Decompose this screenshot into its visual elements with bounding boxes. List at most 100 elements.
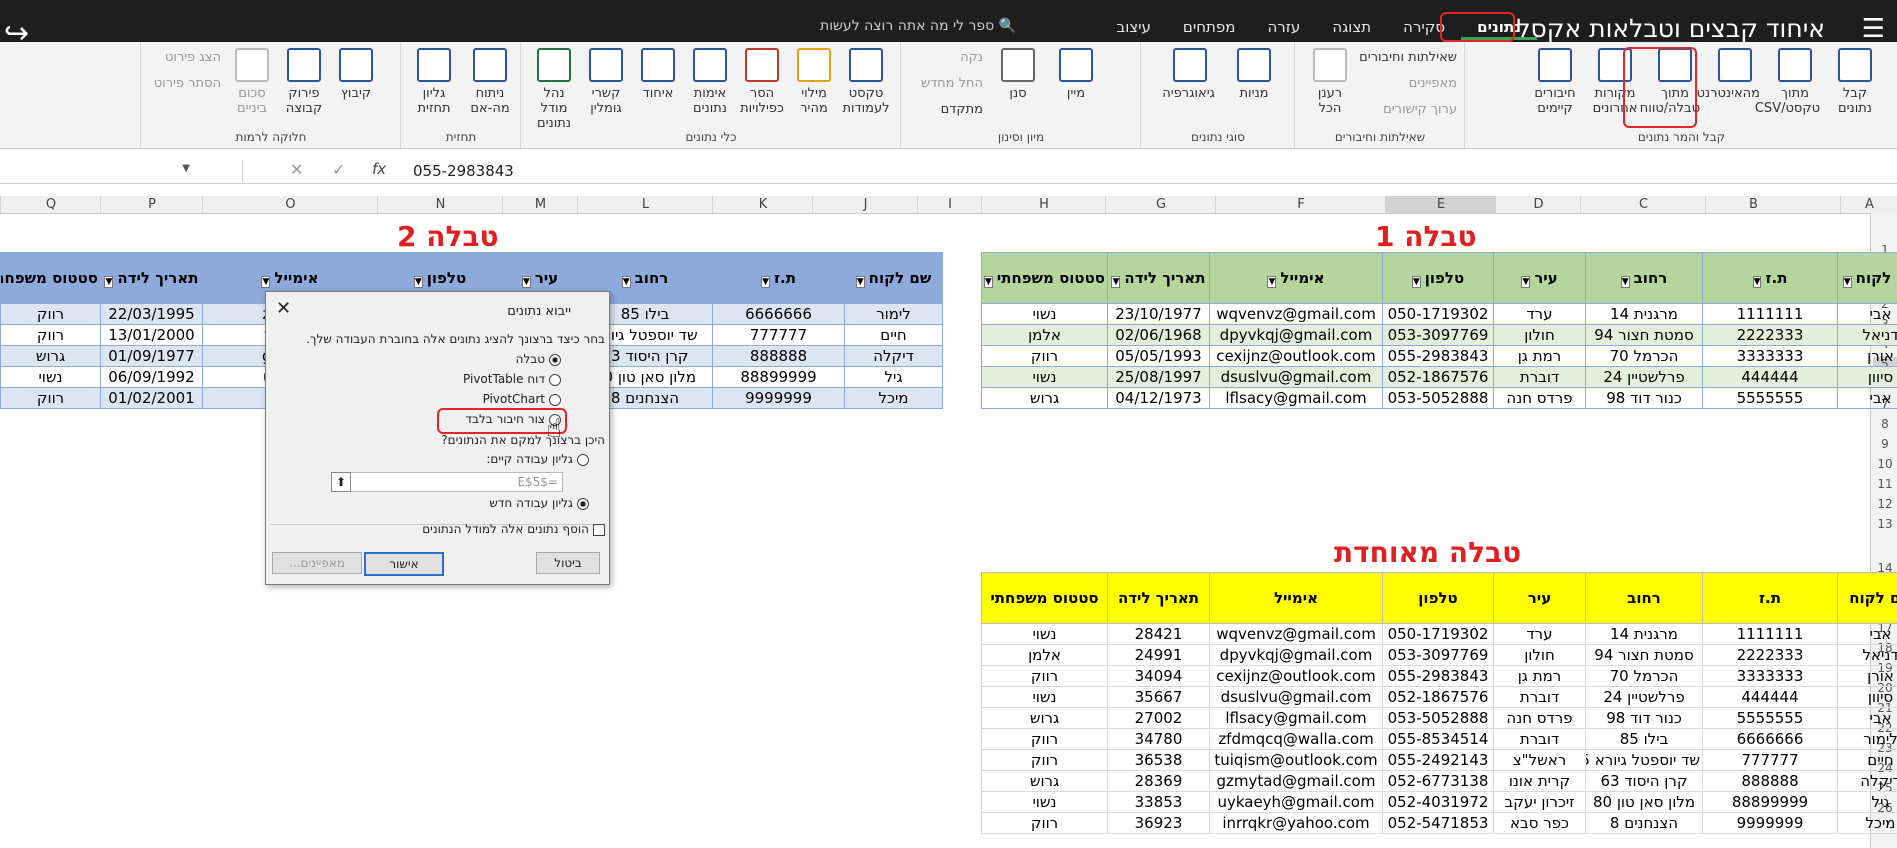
table-cell[interactable]: נשוי — [981, 366, 1108, 388]
table-cell[interactable]: 06/09/1992 — [100, 366, 203, 388]
table-cell[interactable]: 34780 — [1107, 728, 1210, 750]
table-cell[interactable]: נשוי — [0, 366, 101, 388]
table-cell[interactable]: 23/10/1977 — [1107, 303, 1210, 325]
table-cell[interactable]: lflsacy@gmail.com — [1209, 387, 1383, 409]
table-cell[interactable]: רווק — [981, 749, 1108, 771]
tab-2[interactable]: תצוגה — [1316, 14, 1387, 40]
column-header[interactable]: A — [1840, 196, 1897, 213]
table-cell[interactable]: 27002 — [1107, 707, 1210, 729]
properties-dialog-button[interactable]: מאפיינים... — [272, 552, 362, 574]
column-header[interactable]: L — [577, 196, 713, 213]
table-cell[interactable]: 2222333 — [1702, 644, 1838, 666]
table-cell[interactable]: רווק — [981, 665, 1108, 687]
table-cell[interactable]: 055-8534514 — [1382, 728, 1494, 750]
table-cell[interactable]: 1111111 — [1702, 623, 1838, 645]
filter-dropdown-icon[interactable]: ▼ — [761, 276, 770, 288]
table-cell[interactable]: zfdmqcq@walla.com — [1209, 728, 1383, 750]
formula-input[interactable]: 055-2983843 — [413, 162, 514, 180]
table-cell[interactable]: 888888 — [1702, 770, 1838, 792]
table-cell[interactable]: אורן — [1837, 345, 1897, 367]
table-cell[interactable]: 053-3097769 — [1382, 324, 1494, 346]
row-header[interactable]: 10 — [1873, 457, 1897, 471]
column-header[interactable]: C — [1580, 196, 1706, 213]
table-cell[interactable]: הכרמל 70 — [1585, 345, 1703, 367]
table-cell[interactable]: 777777 — [1702, 749, 1838, 771]
tab-5[interactable]: עיצוב — [1101, 14, 1167, 40]
table-cell[interactable]: רווק — [981, 345, 1108, 367]
table-cell[interactable]: דניאל — [1837, 644, 1897, 666]
from-web-button[interactable]: מהאינטרנט — [1696, 48, 1760, 101]
table-cell[interactable]: רווק — [0, 387, 101, 409]
edit-links-button[interactable]: ערוך קישורים — [1383, 102, 1457, 117]
table-cell[interactable]: 3333333 — [1702, 665, 1838, 687]
table-cell[interactable]: 052-6773138 — [1382, 770, 1494, 792]
table-cell[interactable]: פרלשטיין 24 — [1585, 366, 1703, 388]
table-cell[interactable]: פרדס חנה — [1493, 707, 1586, 729]
table-cell[interactable]: גרוש — [981, 387, 1108, 409]
flash-fill-button[interactable]: מילוי מהיר — [789, 48, 839, 116]
filter-dropdown-icon[interactable]: ▼ — [261, 276, 271, 288]
table-cell[interactable]: 9999999 — [1702, 812, 1838, 834]
row-header[interactable]: 11 — [1873, 477, 1897, 491]
column-header[interactable]: B — [1705, 196, 1801, 213]
table-cell[interactable]: מרגנית 14 — [1585, 623, 1703, 645]
table-cell[interactable]: אלמן — [981, 324, 1108, 346]
column-header[interactable]: G — [1105, 196, 1216, 213]
table-cell[interactable]: כפר סבא — [1493, 812, 1586, 834]
column-header[interactable]: F — [1215, 196, 1386, 213]
row-header[interactable]: 8 — [1873, 417, 1897, 431]
table-cell[interactable]: סיוון — [1837, 366, 1897, 388]
table-cell[interactable]: 055-2983843 — [1382, 345, 1494, 367]
relationships-button[interactable]: קשרי גומלין — [581, 48, 631, 116]
table-cell[interactable]: סמטת חצור 94 — [1585, 644, 1703, 666]
table-cell[interactable]: tuiqism@outlook.com — [1209, 749, 1383, 771]
table-cell[interactable]: גיל — [844, 366, 943, 388]
table-cell[interactable]: dsuslvu@gmail.com — [1209, 686, 1383, 708]
table-cell[interactable]: 5555555 — [1702, 707, 1838, 729]
table-cell[interactable]: 22/03/1995 — [100, 303, 203, 325]
option-new-sheet[interactable]: גליון עבודה חדש — [489, 496, 589, 510]
ok-button[interactable]: אישור — [364, 552, 444, 576]
table-cell[interactable]: 36538 — [1107, 749, 1210, 771]
table-cell[interactable]: dpyvkqj@gmail.com — [1209, 324, 1383, 346]
group-button[interactable]: קיבוץ — [331, 48, 381, 101]
filter-dropdown-icon[interactable]: ▼ — [104, 276, 114, 288]
table-cell[interactable]: 9999999 — [712, 387, 845, 409]
table-cell[interactable]: 6666666 — [1702, 728, 1838, 750]
table-cell[interactable]: 01/02/2001 — [100, 387, 203, 409]
table-cell[interactable]: 28369 — [1107, 770, 1210, 792]
tab-4[interactable]: מפתחים — [1167, 14, 1252, 40]
table-cell[interactable]: 1111111 — [1702, 303, 1838, 325]
table-cell[interactable]: זיכרון יעקב — [1493, 791, 1586, 813]
table-cell[interactable]: סמטת חצור 94 — [1585, 324, 1703, 346]
table-cell[interactable]: מרגנית 14 — [1585, 303, 1703, 325]
table-cell[interactable]: 36923 — [1107, 812, 1210, 834]
table-cell[interactable]: רווק — [981, 812, 1108, 834]
column-header[interactable]: J — [812, 196, 918, 213]
table-cell[interactable]: דוברת — [1493, 366, 1586, 388]
option-pivotchart[interactable]: PivotChart — [483, 392, 561, 406]
reapply-button[interactable]: החל מחדש — [921, 76, 983, 91]
data-validation-button[interactable]: אימות נתונים — [685, 48, 735, 116]
table-cell[interactable]: קרית אונו — [1493, 770, 1586, 792]
forecast-sheet-button[interactable]: גליון תחזית — [409, 48, 459, 116]
table-cell[interactable]: מיכל — [844, 387, 943, 409]
tell-me-box[interactable]: 🔍 ספר לי מה אתה רוצה לעשות — [820, 18, 1016, 34]
column-header[interactable]: K — [712, 196, 813, 213]
table-cell[interactable]: 6666666 — [712, 303, 845, 325]
properties-button[interactable]: מאפיינים — [1409, 76, 1457, 91]
table-cell[interactable]: 01/09/1977 — [100, 345, 203, 367]
table-cell[interactable]: wqvenvz@gmail.com — [1209, 303, 1383, 325]
table-cell[interactable]: ראשל"צ — [1493, 749, 1586, 771]
add-to-model-checkbox[interactable]: הוסף נתונים אלה למודל הנתונים — [422, 522, 605, 536]
table-cell[interactable]: 13/01/2000 — [100, 324, 203, 346]
stocks-button[interactable]: מניות — [1229, 48, 1279, 101]
column-header[interactable]: E — [1385, 196, 1496, 213]
column-header[interactable]: M — [502, 196, 578, 213]
table-cell[interactable]: לימור — [1837, 728, 1897, 750]
table-cell[interactable]: 25/08/1997 — [1107, 366, 1210, 388]
table-cell[interactable]: 33853 — [1107, 791, 1210, 813]
refresh-all-button[interactable]: רענן הכל — [1305, 48, 1355, 116]
table-cell[interactable]: גרוש — [0, 345, 101, 367]
table-cell[interactable]: נשוי — [981, 623, 1108, 645]
